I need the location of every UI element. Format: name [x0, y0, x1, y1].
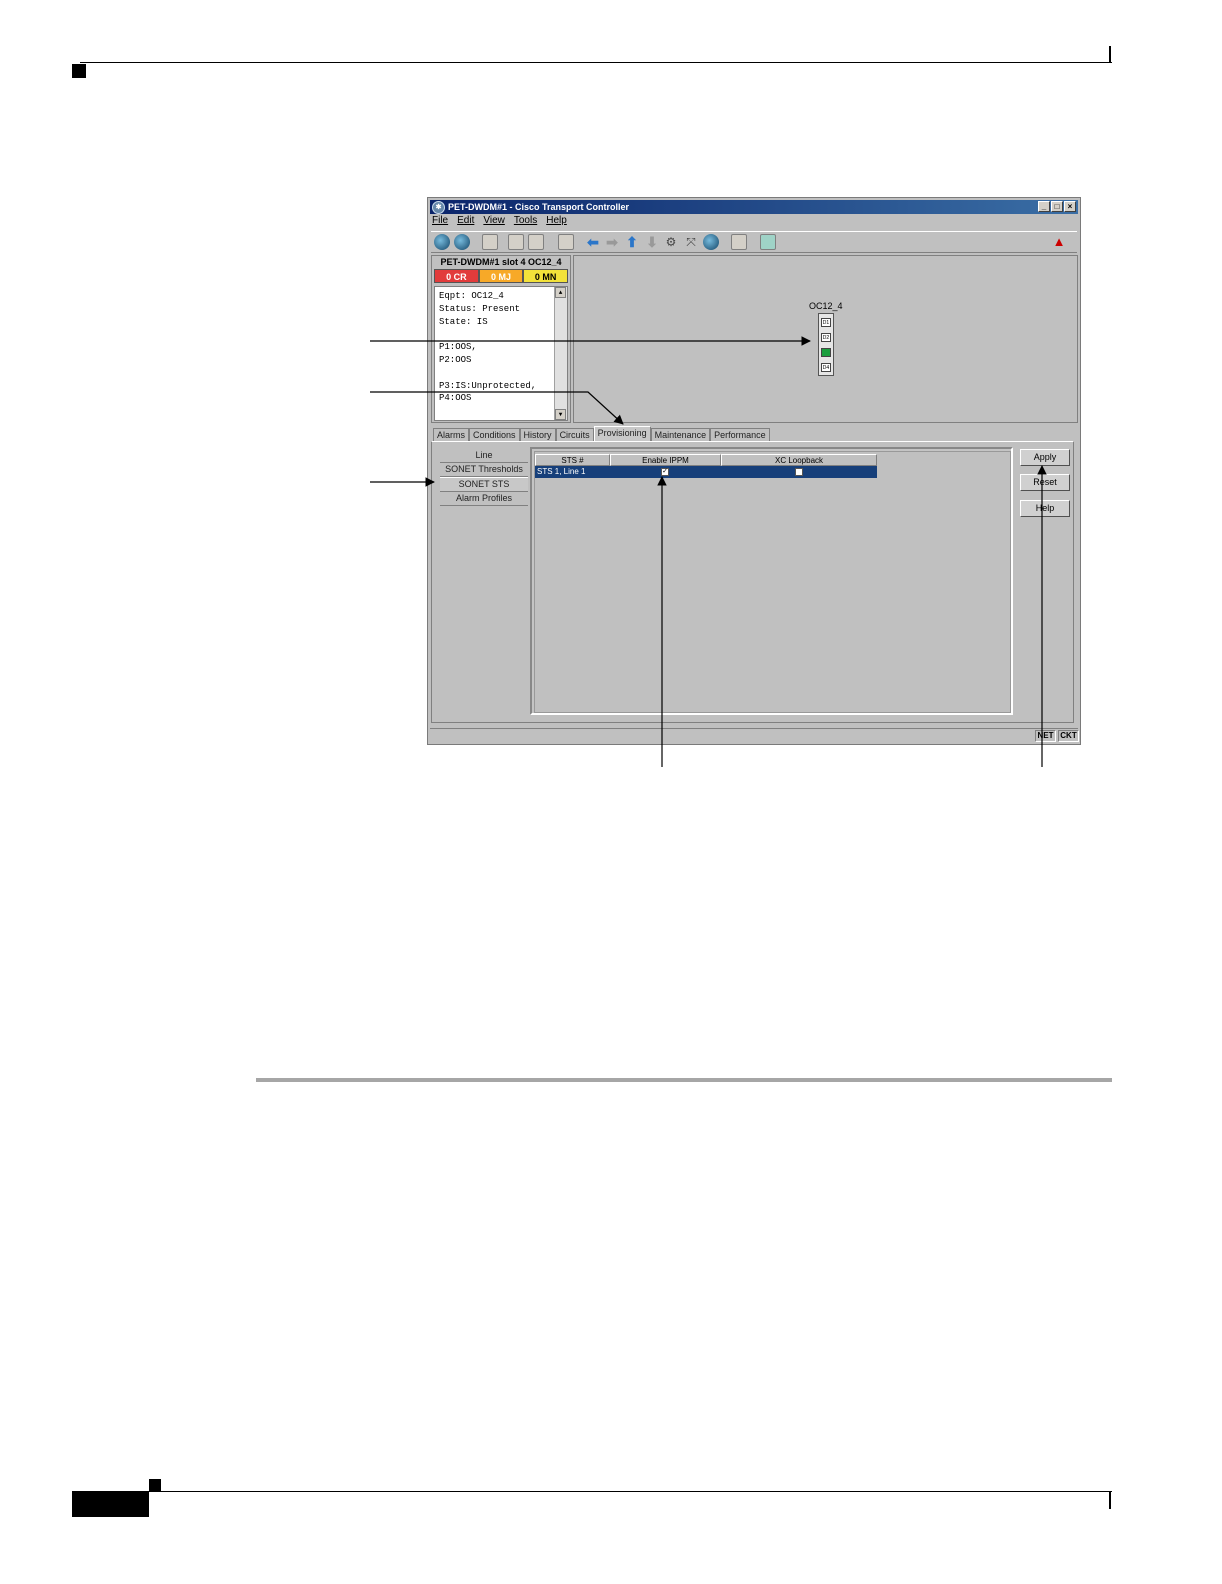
callout-arrows	[370, 336, 1047, 767]
callout-provisioning-tab	[370, 391, 624, 425]
